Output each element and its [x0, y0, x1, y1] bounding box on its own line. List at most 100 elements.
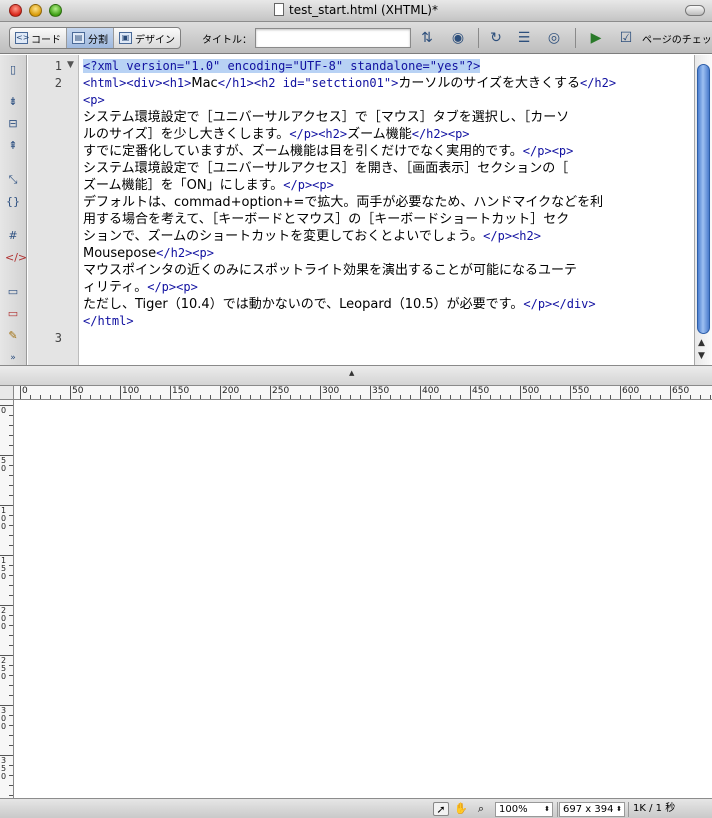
code-markup-token: <p>: [83, 93, 105, 107]
apply-comment-icon[interactable]: ▭: [5, 285, 21, 299]
toolbar-toggle-button[interactable]: [685, 5, 705, 16]
ruler-tick: [90, 395, 91, 399]
ruler-tick: [160, 395, 161, 399]
ruler-label: 350: [1, 756, 7, 781]
ruler-tick: [110, 395, 111, 399]
code-line[interactable]: デフォルトは、commad+option+=で拡大。両手が必要なため、ハンドマイ…: [83, 194, 691, 211]
code-line[interactable]: マウスポインタの近くのみにスポットライト効果を演出することが可能になるユーテ: [83, 262, 691, 279]
code-view-button[interactable]: <> コード: [10, 28, 67, 48]
hand-tool-icon[interactable]: ✋: [453, 802, 469, 816]
design-view-canvas[interactable]: [15, 401, 712, 798]
select-parent-tag-icon[interactable]: ⤡: [5, 173, 21, 187]
code-markup-token: </p><p>: [147, 280, 198, 294]
code-line[interactable]: Mousepose</h2><p>: [83, 245, 691, 262]
ruler-tick: [200, 395, 201, 399]
collapse-selection-icon[interactable]: ⊟: [5, 117, 21, 131]
ruler-tick: [400, 395, 401, 399]
code-line[interactable]: システム環境設定で［ユニバーサルアクセス］を開き、［画面表示］セクションの［: [83, 160, 691, 177]
code-line[interactable]: ズーム機能］を「ON」にします。</p><p>: [83, 177, 691, 194]
code-text-token: ィリティ。: [83, 280, 148, 295]
code-line[interactable]: 用する場合を考えて、［キーボードとマウス］の［キーボードショートカット］セク: [83, 211, 691, 228]
code-vertical-scrollbar[interactable]: ▲ ▼: [694, 55, 712, 365]
ruler-tick: [420, 386, 421, 399]
divider-grip-icon[interactable]: ▲: [349, 369, 354, 377]
design-view-button[interactable]: ▣ デザイン: [114, 28, 180, 48]
balance-braces-icon[interactable]: {}: [5, 195, 21, 209]
line-number: 2: [54, 76, 62, 90]
code-line[interactable]: <html><div><h1>Mac</h1><h2 id="setction0…: [83, 75, 691, 92]
code-text-token: Mac: [191, 76, 218, 91]
ruler-tick: [9, 715, 13, 716]
code-line[interactable]: <p>: [83, 92, 691, 109]
code-line[interactable]: ィリティ。</p><p>: [83, 279, 691, 296]
ruler-label: 100: [122, 386, 140, 396]
code-line[interactable]: ションで、ズームのショートカットを変更しておくとよいでしょう。</p><h2>: [83, 228, 691, 245]
toolbar-separator: [575, 28, 576, 48]
select-tool-arrow-icon[interactable]: ➚: [433, 802, 449, 816]
page-title-input[interactable]: [255, 28, 411, 48]
collapse-full-tag-icon[interactable]: ⇟: [5, 95, 21, 109]
document-toolbar: <> コード ▤ 分割 ▣ デザイン タイトル： ⇅ ◉ ↻ ☰ ◎ ▶ ☑ ペ…: [0, 22, 712, 54]
ruler-tick: [510, 395, 511, 399]
window-size-value: 697 x 394: [563, 804, 614, 815]
ruler-label: 300: [322, 386, 340, 396]
line-numbers-icon[interactable]: #: [5, 229, 21, 243]
check-page-label[interactable]: ページのチェック: [642, 31, 712, 46]
toolbar-separator: [478, 28, 479, 48]
ruler-tick: [300, 395, 301, 399]
visual-aids-eye-icon[interactable]: ◎: [541, 28, 567, 48]
zoom-level-select[interactable]: 100% ⬍: [495, 802, 553, 817]
code-text-token: システム環境設定で［ユニバーサルアクセス］を開き、［画面表示］セクションの［: [83, 161, 569, 176]
code-text-token: デフォルトは、commad+option+=で拡大。両手が必要なため、ハンドマイ…: [83, 195, 604, 210]
more-tools-chevron-icon[interactable]: »: [5, 351, 21, 365]
ruler-tick: [9, 775, 13, 776]
ruler-tick: [9, 415, 13, 416]
split-view-divider[interactable]: ▲: [0, 365, 712, 386]
check-page-icon[interactable]: ☑: [614, 28, 638, 48]
split-view-button[interactable]: ▤ 分割: [67, 28, 114, 48]
ruler-label: 250: [1, 656, 7, 681]
code-line[interactable]: </html>: [83, 313, 691, 330]
design-view-icon: ▣: [119, 32, 132, 44]
validate-markup-icon[interactable]: ▶: [584, 28, 608, 48]
ruler-label: 600: [622, 386, 640, 396]
code-editor-text[interactable]: <?xml version="1.0" encoding="UTF-8" sta…: [83, 58, 691, 364]
open-documents-icon[interactable]: ▯: [5, 63, 21, 77]
highlight-invalid-code-icon[interactable]: </>: [5, 251, 27, 265]
code-line[interactable]: <?xml version="1.0" encoding="UTF-8" sta…: [83, 58, 691, 75]
line-number-gutter: 1 ▼ 2 3: [28, 55, 79, 365]
code-line[interactable]: システム環境設定で［ユニバーサルアクセス］で［マウス］タブを選択し、［カーソ: [83, 109, 691, 126]
code-line[interactable]: ルのサイズ］を少し大きくします。</p><h2>ズーム機能</h2><p>: [83, 126, 691, 143]
scroll-up-arrow-icon[interactable]: ▲: [698, 338, 705, 348]
fold-arrow-icon[interactable]: ▼: [67, 60, 74, 70]
wrap-tag-icon[interactable]: ✎: [5, 329, 21, 343]
code-text-token: ションで、ズームのショートカットを変更しておくとよいでしょう。: [83, 229, 484, 244]
ruler-tick: [9, 435, 13, 436]
code-markup-token: </h2><p>: [156, 246, 214, 260]
ruler-tick: [310, 395, 311, 399]
ruler-tick: [260, 395, 261, 399]
code-line[interactable]: [83, 347, 691, 364]
file-management-icon[interactable]: ⇅: [416, 28, 438, 48]
code-line[interactable]: [83, 330, 691, 347]
scroll-down-arrow-icon[interactable]: ▼: [698, 351, 705, 361]
zoom-tool-magnifier-icon[interactable]: ⌕: [473, 802, 489, 816]
expand-all-icon[interactable]: ⇞: [5, 139, 21, 153]
ruler-origin[interactable]: [0, 386, 14, 400]
code-line[interactable]: ただし、Tiger（10.4）では動かないので、Leopard（10.5）が必要…: [83, 296, 691, 313]
ruler-tick: [40, 395, 41, 399]
view-options-icon[interactable]: ☰: [512, 28, 536, 48]
ruler-tick: [9, 695, 13, 696]
code-scroll-thumb[interactable]: [697, 64, 710, 334]
refresh-icon[interactable]: ↻: [486, 28, 506, 48]
ruler-tick: [440, 395, 441, 399]
ruler-tick: [9, 475, 13, 476]
ruler-tick: [9, 735, 13, 736]
preview-browser-globe-icon[interactable]: ◉: [446, 28, 470, 48]
ruler-tick: [9, 625, 13, 626]
window-size-select[interactable]: 697 x 394 ⬍: [559, 802, 625, 817]
ruler-label: 100: [1, 506, 7, 531]
code-line[interactable]: すでに定番化していますが、ズーム機能は目を引くだけでなく実用的です。</p><p…: [83, 143, 691, 160]
ruler-label: 0: [1, 406, 7, 415]
remove-comment-icon[interactable]: ▭: [5, 307, 21, 321]
